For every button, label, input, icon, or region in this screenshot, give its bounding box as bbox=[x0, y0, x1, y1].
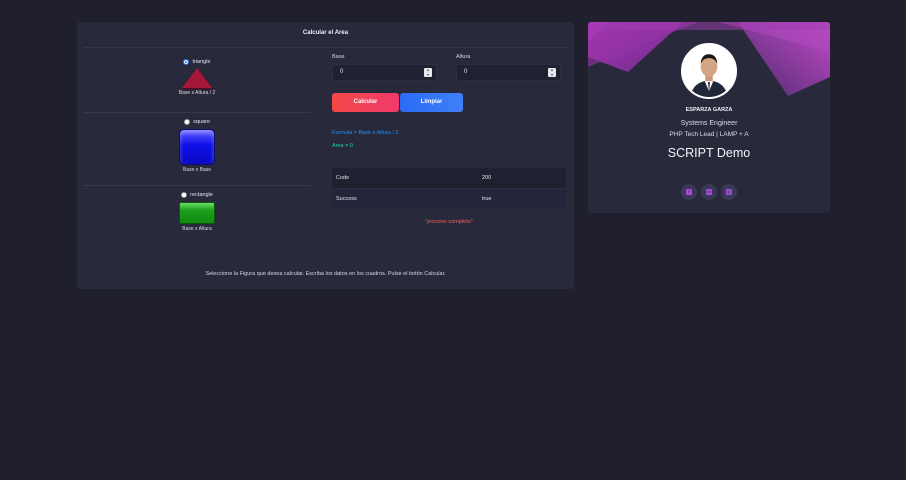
instagram-icon[interactable]: ◎ bbox=[721, 184, 737, 200]
result-value: 200 bbox=[482, 175, 492, 181]
instructions-text: Seleccione la Figura que desea calcular.… bbox=[205, 271, 446, 277]
triangle-image[interactable] bbox=[182, 68, 212, 88]
triangle-radio[interactable] bbox=[183, 59, 190, 65]
square-formula: Base x Base bbox=[182, 167, 212, 173]
formula-text: Formula = Base x Altura / 2 bbox=[332, 130, 399, 136]
square-radio[interactable] bbox=[184, 119, 191, 125]
triangle-formula: Base x Altura / 2 bbox=[178, 90, 216, 96]
altura-value: 0 bbox=[464, 69, 468, 75]
result-key: Success bbox=[336, 196, 357, 202]
facebook-icon[interactable]: f bbox=[681, 184, 697, 200]
base-value: 0 bbox=[340, 69, 344, 75]
base-input[interactable]: 0 ▴ ▾ bbox=[332, 64, 437, 81]
profile-role: Systems Engineer bbox=[680, 120, 738, 127]
base-label: Base bbox=[332, 54, 345, 60]
shape-option-rectangle[interactable]: rectangle Base x Altura bbox=[83, 192, 311, 232]
altura-spinner[interactable]: ▴ ▾ bbox=[548, 67, 556, 77]
linkedin-icon[interactable]: in bbox=[701, 184, 717, 200]
limpiar-button[interactable]: Limpiar bbox=[400, 93, 463, 112]
square-image[interactable] bbox=[179, 129, 215, 165]
status-message: "proceso completo" bbox=[425, 219, 473, 225]
avatar-photo bbox=[683, 45, 735, 97]
table-row: Success true bbox=[332, 189, 566, 210]
profile-name: ESPARZA GARZA bbox=[685, 107, 733, 113]
result-value: true bbox=[482, 196, 492, 202]
shape-divider bbox=[83, 112, 311, 113]
rectangle-label: rectangle bbox=[190, 192, 213, 198]
base-spinner[interactable]: ▴ ▾ bbox=[424, 67, 432, 77]
area-text: Area = 0 bbox=[332, 143, 353, 149]
altura-input[interactable]: 0 ▴ ▾ bbox=[456, 64, 561, 81]
panel-title: Calcular el Area bbox=[302, 30, 349, 36]
rectangle-formula: Base x Altura bbox=[182, 226, 212, 232]
profile-demo-title: SCRIPT Demo bbox=[667, 146, 751, 160]
triangle-label: triangle bbox=[192, 59, 211, 65]
rectangle-radio[interactable] bbox=[181, 192, 188, 198]
calculator-panel: Calcular el Area triangle Base x Altura … bbox=[77, 22, 574, 289]
result-key: Code bbox=[336, 175, 350, 181]
profile-card: ESPARZA GARZA Systems Engineer PHP Tech … bbox=[588, 22, 830, 213]
square-label: square bbox=[193, 119, 210, 125]
shape-option-triangle[interactable]: triangle Base x Altura / 2 bbox=[83, 59, 311, 96]
altura-label: Altura bbox=[456, 54, 471, 60]
profile-subtitle: PHP Tech Lead | LAMP + A bbox=[669, 131, 749, 138]
rectangle-image[interactable] bbox=[179, 202, 215, 224]
shape-option-square[interactable]: square Base x Base bbox=[83, 119, 311, 173]
title-divider bbox=[83, 47, 568, 48]
shape-divider bbox=[83, 185, 311, 186]
calcular-button[interactable]: Calcular bbox=[332, 93, 399, 112]
table-row: Code 200 bbox=[332, 168, 566, 189]
avatar bbox=[681, 43, 737, 99]
result-table: Code 200 Success true bbox=[332, 168, 566, 210]
